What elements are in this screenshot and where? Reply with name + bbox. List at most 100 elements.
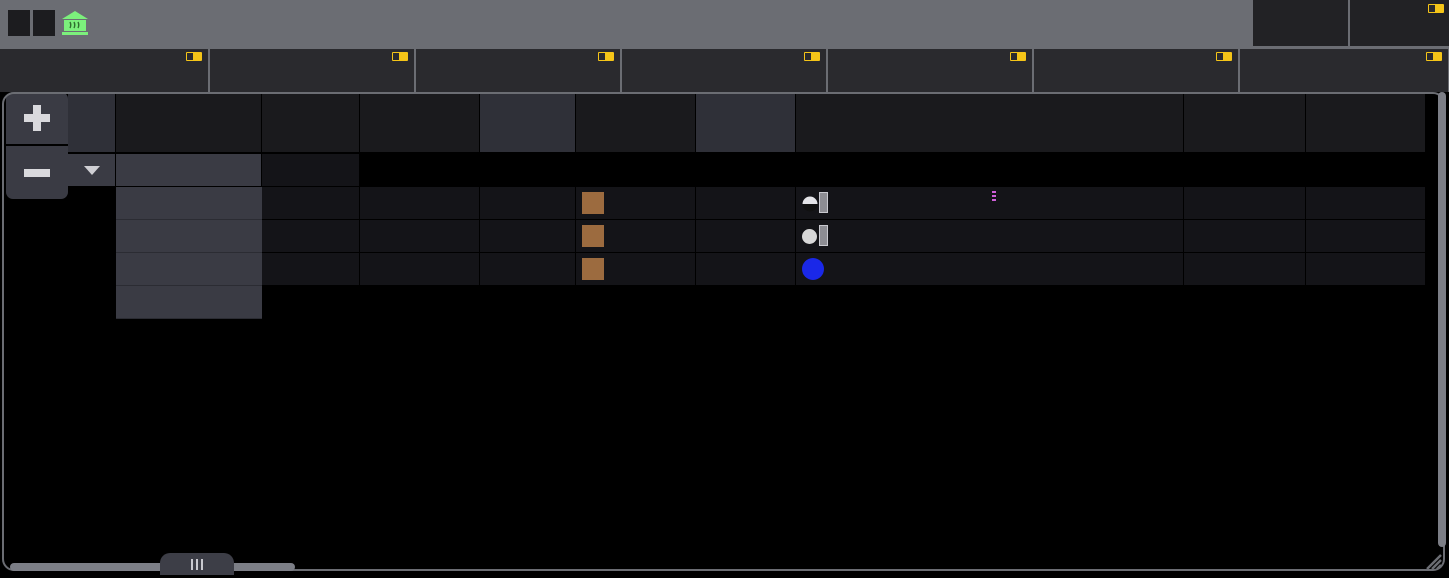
part-name-0[interactable] <box>116 154 262 187</box>
recipe-tags-cell[interactable] <box>360 220 480 253</box>
part-expander-0[interactable] <box>68 154 116 187</box>
part-group-empty-cell <box>1306 154 1426 187</box>
recipe-part-cell[interactable] <box>262 187 360 220</box>
tab-z-badge-icon <box>1426 52 1442 61</box>
value-phaser-dots-icon <box>992 191 996 203</box>
selection-color-swatch <box>582 192 604 214</box>
recipe-name-cell[interactable] <box>116 286 262 319</box>
recipe-editor-window <box>0 0 1449 577</box>
part-group-empty-cell <box>360 154 480 187</box>
col-enabled[interactable] <box>480 92 576 152</box>
tab-x-badge-icon <box>1010 52 1026 61</box>
tab-grid[interactable] <box>210 49 414 92</box>
recipe-enabled-cell[interactable] <box>480 253 576 286</box>
col-name[interactable] <box>116 92 262 152</box>
col-values[interactable] <box>796 92 1184 152</box>
part-group-empty-cell <box>576 154 696 187</box>
recipe-selection-cell[interactable] <box>576 220 696 253</box>
recipe-values-cell[interactable] <box>796 187 1184 220</box>
tab-references[interactable] <box>0 49 208 92</box>
recipe-part-cell[interactable] <box>262 253 360 286</box>
recipe-filter-cell[interactable] <box>1306 187 1426 220</box>
recipe-selection-mode-cell[interactable] <box>696 253 796 286</box>
recipe-row-indent <box>68 253 116 286</box>
recipe-selection-mode-cell[interactable] <box>696 187 796 220</box>
tab-x[interactable] <box>828 49 1032 92</box>
recipe-name-cell[interactable] <box>116 253 262 286</box>
col-selection-mode[interactable] <box>696 92 796 152</box>
tab-layers[interactable] <box>416 49 620 92</box>
recipe-matricks-cell[interactable] <box>1184 187 1306 220</box>
tab-shuffle-badge-icon <box>804 52 820 61</box>
resize-grip-icon[interactable] <box>1419 547 1445 573</box>
recipe-row-indent <box>68 220 116 253</box>
recipe-row <box>0 286 1449 319</box>
recipe-part-cell[interactable] <box>262 220 360 253</box>
horizontal-scrollbar[interactable] <box>10 563 295 571</box>
recipe-enabled-cell[interactable] <box>480 187 576 220</box>
recipe-selection-cell[interactable] <box>576 187 696 220</box>
part-group-empty-cell <box>480 154 576 187</box>
plus-icon <box>24 105 50 131</box>
white-circle-icon <box>802 225 828 246</box>
recipe-row <box>0 187 1449 220</box>
tab-grid-badge-icon <box>392 52 408 61</box>
recipe-values-cell[interactable] <box>796 220 1184 253</box>
tab-bar <box>0 46 1449 92</box>
recipe-row-indent <box>68 286 116 319</box>
part-group-empty-cell <box>696 154 796 187</box>
vertical-scrollbar[interactable] <box>1438 92 1446 547</box>
blue-circle-icon <box>802 258 824 280</box>
recipe-empty-cell <box>696 286 796 319</box>
part-group-empty-cell <box>796 154 1184 187</box>
col-expander[interactable] <box>68 92 116 152</box>
recipe-empty-cell <box>1306 286 1426 319</box>
col-tags[interactable] <box>360 92 480 152</box>
col-matricks[interactable] <box>1184 92 1306 152</box>
recipe-filter-cell[interactable] <box>1306 253 1426 286</box>
tab-layers-badge-icon <box>598 52 614 61</box>
recipe-matricks-cell[interactable] <box>1184 253 1306 286</box>
recipe-tags-cell[interactable] <box>360 253 480 286</box>
add-row-button[interactable] <box>6 92 68 144</box>
recipe-selection-cell[interactable] <box>576 253 696 286</box>
recipe-name-cell[interactable] <box>116 187 262 220</box>
ma-logo-a <box>33 10 55 36</box>
title-bar <box>0 0 1449 46</box>
recipe-row <box>0 220 1449 253</box>
col-selection[interactable] <box>576 92 696 152</box>
cleanup-button[interactable] <box>1253 0 1348 46</box>
recipe-empty-cell <box>576 286 696 319</box>
recipe-selection-mode-cell[interactable] <box>696 220 796 253</box>
chevron-down-icon <box>84 166 100 175</box>
half-dark-circle-icon <box>802 192 828 215</box>
horizontal-scroll-grip[interactable] <box>160 553 234 575</box>
recipe-row-indent <box>68 187 116 220</box>
recipe-empty-cell <box>796 286 1184 319</box>
selection-color-swatch <box>582 258 604 280</box>
tab-z[interactable] <box>1240 49 1448 92</box>
tab-y[interactable] <box>1034 49 1238 92</box>
recipe-matricks-cell[interactable] <box>1184 220 1306 253</box>
bank-icon <box>60 9 90 37</box>
tab-references-badge-icon <box>186 52 202 61</box>
tab-shuffle[interactable] <box>622 49 826 92</box>
col-part[interactable] <box>262 92 360 152</box>
recipe-empty-cell <box>480 286 576 319</box>
part-group-row <box>0 154 1449 187</box>
recipe-enabled-cell[interactable] <box>480 220 576 253</box>
col-filter[interactable] <box>1306 92 1426 152</box>
ma-logo <box>8 10 55 36</box>
recipe-name-cell[interactable] <box>116 220 262 253</box>
recipe-tags-cell[interactable] <box>360 187 480 220</box>
edit-recipe-button[interactable] <box>1350 0 1449 46</box>
ma-logo-m <box>8 10 30 36</box>
recipe-empty-cell <box>1184 286 1306 319</box>
part-number-0[interactable] <box>262 154 360 187</box>
recipe-values-cell[interactable] <box>796 253 1184 286</box>
selection-color-swatch <box>582 225 604 247</box>
recipe-row <box>0 253 1449 286</box>
recipe-table <box>0 92 1449 577</box>
recipe-empty-cell <box>262 286 360 319</box>
recipe-filter-cell[interactable] <box>1306 220 1426 253</box>
